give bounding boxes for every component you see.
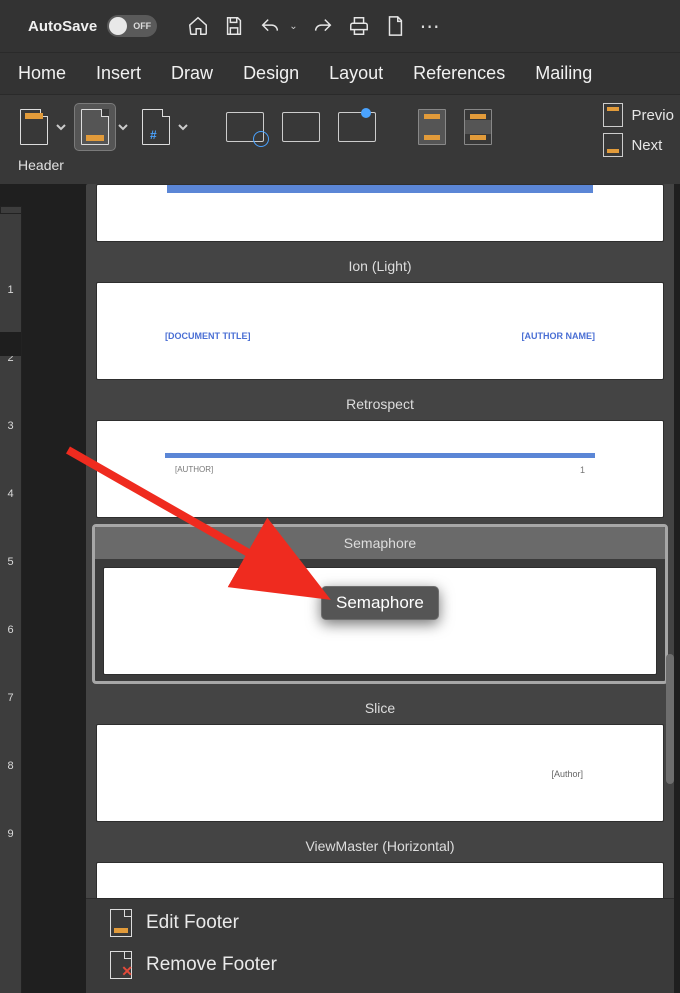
gallery-actions: Edit Footer ✕ Remove Footer — [86, 898, 674, 993]
ruler-tick: 9 — [7, 826, 13, 894]
placeholder-page: 1 — [580, 465, 585, 475]
nav-next-label: Next — [631, 137, 662, 154]
home-icon[interactable] — [187, 15, 209, 37]
more-icon[interactable]: ⋯ — [420, 14, 442, 39]
pictures-button[interactable] — [332, 103, 382, 151]
remove-footer-label: Remove Footer — [146, 954, 277, 976]
tab-home[interactable]: Home — [18, 63, 66, 84]
page-number-button[interactable]: # — [136, 103, 176, 151]
tooltip: Semaphore — [321, 586, 439, 620]
tab-references[interactable]: References — [413, 63, 505, 84]
tab-draw[interactable]: Draw — [171, 63, 213, 84]
tooltip-text: Semaphore — [336, 593, 424, 612]
vertical-ruler: 1 2 3 4 5 6 7 8 9 — [0, 214, 22, 993]
ruler-tick: 7 — [7, 690, 13, 758]
ribbon-tabs: Home Insert Draw Design Layout Reference… — [0, 52, 680, 94]
header-caret-icon[interactable] — [54, 103, 68, 151]
nav-previous-button[interactable]: Previo — [603, 103, 674, 127]
placeholder-author: [AUTHOR NAME] — [522, 331, 596, 341]
edit-footer-action[interactable]: Edit Footer — [110, 909, 654, 937]
tab-insert[interactable]: Insert — [96, 63, 141, 84]
nav-next-button[interactable]: Next — [603, 133, 674, 157]
ruler-tick: 6 — [7, 622, 13, 690]
ruler-tick: 5 — [7, 554, 13, 622]
horizontal-ruler — [0, 206, 22, 214]
placeholder-author: [Author] — [551, 769, 583, 779]
header-group: Header — [14, 103, 68, 173]
ribbon-controls: Header # Previo Next — [0, 94, 680, 184]
gallery-item-title: Slice — [96, 688, 664, 724]
edit-footer-icon — [110, 909, 132, 937]
nav-group: Previo Next — [603, 103, 674, 157]
date-time-button[interactable] — [220, 103, 270, 151]
gallery-item-viewmaster[interactable]: ViewMaster (Horizontal) [Date] 1 — [96, 826, 664, 898]
tab-mailings[interactable]: Mailing — [535, 63, 592, 84]
placeholder-doc-title: [DOCUMENT TITLE] — [165, 331, 251, 341]
qat-icons: ⌄ ⋯ — [187, 14, 441, 39]
autosave-toggle[interactable]: OFF — [107, 15, 157, 37]
save-icon[interactable] — [223, 15, 245, 37]
gallery-item-ion-light[interactable]: Ion (Light) [DOCUMENT TITLE] [AUTHOR NAM… — [96, 246, 664, 380]
gallery-item-retrospect[interactable]: Retrospect [AUTHOR] 1 — [96, 384, 664, 518]
gallery-item-title: Semaphore — [95, 527, 665, 559]
gallery-item-title: Retrospect — [96, 384, 664, 420]
toggle-knob — [109, 17, 127, 35]
print-icon[interactable] — [348, 15, 370, 37]
undo-caret-icon[interactable]: ⌄ — [289, 21, 297, 32]
document-info-button[interactable] — [276, 103, 326, 151]
quick-access-toolbar: AutoSave OFF ⌄ ⋯ — [0, 0, 680, 52]
ruler-tick: 3 — [7, 418, 13, 486]
tab-design[interactable]: Design — [243, 63, 299, 84]
autosave-state: OFF — [133, 21, 151, 31]
redo-icon[interactable] — [312, 15, 334, 37]
header-footer-view-2[interactable] — [458, 103, 498, 151]
tab-layout[interactable]: Layout — [329, 63, 383, 84]
autosave-label: AutoSave — [28, 18, 97, 35]
placeholder-author: [AUTHOR] — [175, 465, 213, 474]
header-button[interactable] — [14, 103, 54, 151]
footer-button[interactable] — [74, 103, 116, 151]
new-doc-icon[interactable] — [384, 15, 406, 37]
edit-footer-label: Edit Footer — [146, 912, 239, 934]
gallery-item-slice[interactable]: Slice [Author] — [96, 688, 664, 822]
gallery-scrollbar[interactable] — [666, 654, 674, 784]
nav-previous-label: Previo — [631, 107, 674, 124]
remove-footer-icon: ✕ — [110, 951, 132, 979]
ruler-tick: 4 — [7, 486, 13, 554]
gallery-scroll[interactable]: Ion (Light) [DOCUMENT TITLE] [AUTHOR NAM… — [86, 184, 674, 898]
ruler-tick: 8 — [7, 758, 13, 826]
header-footer-view-1[interactable] — [412, 103, 452, 151]
page-number-caret-icon[interactable] — [176, 103, 190, 151]
footer-caret-icon[interactable] — [116, 103, 130, 151]
ruler-tick: 2 — [7, 350, 13, 418]
gallery-item-title: ViewMaster (Horizontal) — [96, 826, 664, 862]
header-label: Header — [18, 157, 64, 173]
autosave-control[interactable]: AutoSave OFF — [28, 15, 157, 37]
gallery-item-partial[interactable] — [96, 184, 664, 242]
gallery-item-title: Ion (Light) — [96, 246, 664, 282]
remove-footer-action[interactable]: ✕ Remove Footer — [110, 951, 654, 979]
undo-icon[interactable] — [259, 15, 281, 37]
